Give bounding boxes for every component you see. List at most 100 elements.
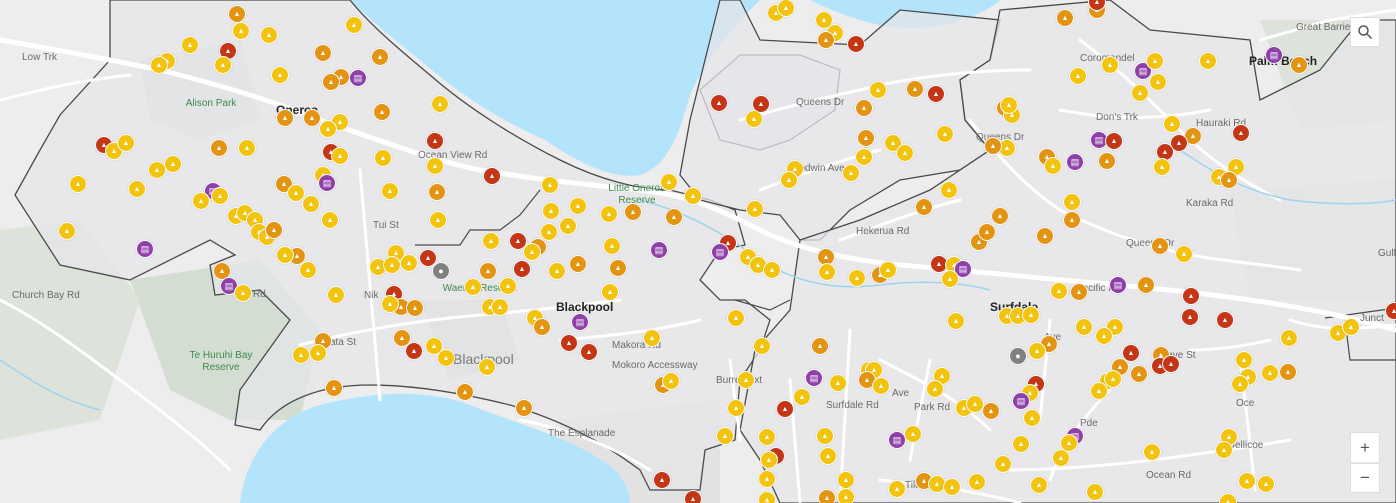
map-marker-yellow[interactable]: ▲ — [271, 66, 289, 84]
map-marker-yellow[interactable]: ▲ — [758, 470, 776, 488]
map-marker-red[interactable]: ▲ — [1105, 132, 1123, 150]
map-marker-orange[interactable]: ▲ — [210, 139, 228, 157]
map-marker-yellow[interactable]: ▲ — [994, 455, 1012, 473]
map-marker-yellow[interactable]: ▲ — [780, 171, 798, 189]
map-marker-yellow[interactable]: ▲ — [1086, 483, 1104, 501]
map-marker-orange[interactable]: ▲ — [1290, 56, 1308, 74]
map-marker-yellow[interactable]: ▲ — [926, 380, 944, 398]
map-marker-yellow[interactable]: ▲ — [1149, 73, 1167, 91]
map-marker-red[interactable]: ▲ — [1182, 287, 1200, 305]
map-marker-yellow[interactable]: ▲ — [872, 377, 890, 395]
map-marker-yellow[interactable]: ▲ — [491, 298, 509, 316]
map-marker-yellow[interactable]: ▲ — [896, 144, 914, 162]
map-marker-yellow[interactable]: ▲ — [941, 270, 959, 288]
map-marker-red[interactable]: ▲ — [426, 132, 444, 150]
map-marker-yellow[interactable]: ▲ — [1012, 435, 1030, 453]
map-marker-yellow[interactable]: ▲ — [947, 312, 965, 330]
map-marker-orange[interactable]: ▲ — [991, 207, 1009, 225]
map-marker-yellow[interactable]: ▲ — [837, 488, 855, 503]
map-marker-orange[interactable]: ▲ — [373, 103, 391, 121]
map-marker-yellow[interactable]: ▲ — [936, 125, 954, 143]
map-marker-yellow[interactable]: ▲ — [69, 175, 87, 193]
map-marker-red[interactable]: ▲ — [1162, 355, 1180, 373]
map-marker-orange[interactable]: ▲ — [428, 183, 446, 201]
map-marker-yellow[interactable]: ▲ — [1146, 52, 1164, 70]
map-marker-yellow[interactable]: ▲ — [1052, 449, 1070, 467]
map-marker-yellow[interactable]: ▲ — [746, 200, 764, 218]
map-marker-yellow[interactable]: ▲ — [1063, 193, 1081, 211]
map-marker-yellow[interactable]: ▲ — [1131, 84, 1149, 102]
map-marker-purple[interactable]: ▤ — [1012, 392, 1030, 410]
map-marker-red[interactable]: ▲ — [405, 342, 423, 360]
map-marker-yellow[interactable]: ▲ — [753, 337, 771, 355]
map-marker-yellow[interactable]: ▲ — [1050, 282, 1068, 300]
map-marker-yellow[interactable]: ▲ — [478, 358, 496, 376]
map-marker-yellow[interactable]: ▲ — [816, 427, 834, 445]
map-marker-orange[interactable]: ▲ — [303, 109, 321, 127]
map-marker-yellow[interactable]: ▲ — [58, 222, 76, 240]
map-marker-gray[interactable]: ● — [1009, 347, 1027, 365]
map-marker-yellow[interactable]: ▲ — [716, 427, 734, 445]
map-marker-yellow[interactable]: ▲ — [429, 211, 447, 229]
map-marker-orange[interactable]: ▲ — [1130, 365, 1148, 383]
map-marker-orange[interactable]: ▲ — [228, 5, 246, 23]
map-marker-yellow[interactable]: ▲ — [1095, 327, 1113, 345]
map-marker-purple[interactable]: ▤ — [888, 431, 906, 449]
map-marker-yellow[interactable]: ▲ — [400, 254, 418, 272]
map-marker-yellow[interactable]: ▲ — [829, 374, 847, 392]
search-button[interactable] — [1350, 17, 1380, 47]
map-marker-yellow[interactable]: ▲ — [302, 195, 320, 213]
map-marker-yellow[interactable]: ▲ — [426, 157, 444, 175]
map-marker-yellow[interactable]: ▲ — [1000, 96, 1018, 114]
map-marker-orange[interactable]: ▲ — [456, 383, 474, 401]
map-marker-yellow[interactable]: ▲ — [1104, 370, 1122, 388]
map-marker-yellow[interactable]: ▲ — [684, 187, 702, 205]
map-marker-yellow[interactable]: ▲ — [855, 148, 873, 166]
map-marker-yellow[interactable]: ▲ — [1075, 318, 1093, 336]
map-marker-yellow[interactable]: ▲ — [1231, 375, 1249, 393]
map-marker-purple[interactable]: ▤ — [1265, 46, 1283, 64]
map-marker-orange[interactable]: ▲ — [811, 337, 829, 355]
map-marker-yellow[interactable]: ▲ — [541, 176, 559, 194]
map-marker-orange[interactable]: ▲ — [322, 73, 340, 91]
map-marker-yellow[interactable]: ▲ — [1235, 351, 1253, 369]
map-marker-yellow[interactable]: ▲ — [888, 480, 906, 498]
map-marker-yellow[interactable]: ▲ — [569, 197, 587, 215]
map-marker-yellow[interactable]: ▲ — [234, 284, 252, 302]
map-marker-red[interactable]: ▲ — [684, 490, 702, 503]
map-marker-orange[interactable]: ▲ — [906, 80, 924, 98]
map-marker-yellow[interactable]: ▲ — [214, 56, 232, 74]
map-marker-yellow[interactable]: ▲ — [238, 139, 256, 157]
map-marker-red[interactable]: ▲ — [1232, 124, 1250, 142]
map-marker-yellow[interactable]: ▲ — [150, 56, 168, 74]
map-marker-orange[interactable]: ▲ — [1279, 363, 1297, 381]
map-marker-purple[interactable]: ▤ — [711, 243, 729, 261]
map-marker-purple[interactable]: ▤ — [318, 174, 336, 192]
map-marker-yellow[interactable]: ▲ — [760, 451, 778, 469]
map-marker-red[interactable]: ▲ — [776, 400, 794, 418]
map-marker-yellow[interactable]: ▲ — [540, 223, 558, 241]
map-marker-yellow[interactable]: ▲ — [793, 388, 811, 406]
map-marker-yellow[interactable]: ▲ — [1257, 475, 1275, 493]
map-marker-yellow[interactable]: ▲ — [662, 372, 680, 390]
map-marker-yellow[interactable]: ▲ — [643, 329, 661, 347]
map-marker-orange[interactable]: ▲ — [1070, 283, 1088, 301]
map-marker-red[interactable]: ▲ — [1181, 308, 1199, 326]
map-marker-yellow[interactable]: ▲ — [437, 349, 455, 367]
map-marker-yellow[interactable]: ▲ — [869, 81, 887, 99]
map-marker-yellow[interactable]: ▲ — [904, 425, 922, 443]
map-marker-orange[interactable]: ▲ — [818, 489, 836, 503]
map-marker-purple[interactable]: ▤ — [805, 369, 823, 387]
map-marker-yellow[interactable]: ▲ — [727, 309, 745, 327]
map-marker-yellow[interactable]: ▲ — [737, 371, 755, 389]
map-marker-orange[interactable]: ▲ — [515, 399, 533, 417]
map-marker-orange[interactable]: ▲ — [479, 262, 497, 280]
map-marker-yellow[interactable]: ▲ — [345, 16, 363, 34]
map-marker-red[interactable]: ▲ — [580, 343, 598, 361]
map-marker-yellow[interactable]: ▲ — [276, 246, 294, 264]
map-marker-yellow[interactable]: ▲ — [164, 155, 182, 173]
zoom-in-button[interactable]: + — [1350, 432, 1380, 462]
map-marker-orange[interactable]: ▲ — [817, 31, 835, 49]
map-marker-yellow[interactable]: ▲ — [1199, 52, 1217, 70]
map-marker-yellow[interactable]: ▲ — [1175, 245, 1193, 263]
